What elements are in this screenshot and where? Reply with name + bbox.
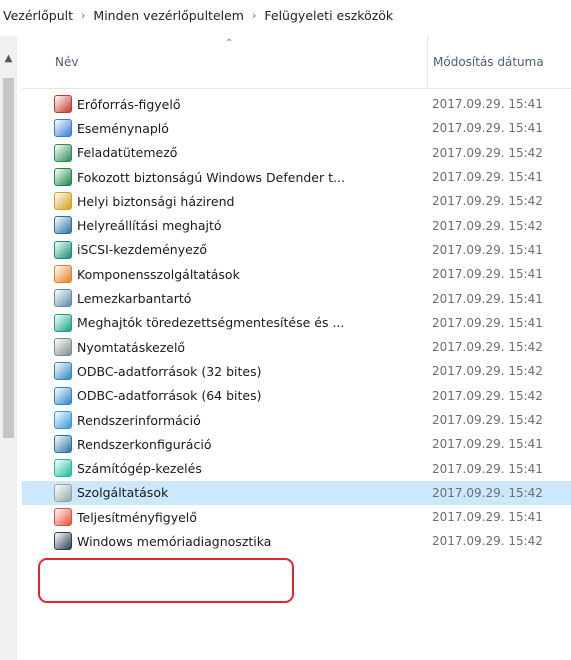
list-item[interactable]: ODBC-adatforrások (64 bites) 2017.09.29. … bbox=[22, 384, 571, 408]
list-item-name: ODBC-adatforrások (32 bites) bbox=[77, 363, 262, 379]
list-item-name: Meghajtók töredezettségmentesítése és ..… bbox=[77, 315, 345, 331]
list-item-date-modified: 2017.09.29. 15:42 bbox=[432, 534, 543, 549]
breadcrumb-separator-icon: › bbox=[81, 8, 86, 22]
list-item-date-modified: 2017.09.29. 15:42 bbox=[432, 145, 543, 160]
recovery-drive-icon bbox=[54, 216, 72, 235]
list-item-date-modified: 2017.09.29. 15:42 bbox=[432, 364, 543, 379]
list-item[interactable]: Fokozott biztonságú Windows Defender t..… bbox=[22, 165, 571, 189]
list-item-date-modified: 2017.09.29. 15:41 bbox=[432, 437, 543, 452]
list-item[interactable]: ODBC-adatforrások (32 bites) 2017.09.29. … bbox=[22, 359, 571, 383]
column-header-date-modified[interactable]: Módosítás dátuma bbox=[427, 36, 571, 88]
column-header-date-label: Módosítás dátuma bbox=[433, 55, 544, 69]
list-item-name: Lemezkarbantartó bbox=[77, 291, 192, 307]
list-item[interactable]: Számítógép-kezelés 2017.09.29. 15:41 bbox=[22, 456, 571, 480]
component-services-icon bbox=[54, 265, 72, 284]
list-item-name: Számítógép-kezelés bbox=[77, 461, 202, 477]
list-item[interactable]: Helyi biztonsági házirend 2017.09.29. 15:… bbox=[22, 189, 571, 213]
list-item-name: Nyomtatáskezelő bbox=[77, 339, 186, 355]
breadcrumb: Vezérlőpult › Minden vezérlőpultelem › F… bbox=[0, 0, 571, 30]
vertical-scrollbar[interactable]: ▲ bbox=[0, 36, 17, 660]
disk-cleanup-icon bbox=[54, 289, 72, 308]
scroll-up-arrow-icon[interactable]: ▲ bbox=[2, 52, 15, 65]
list-item[interactable]: Szolgáltatások 2017.09.29. 15:42 bbox=[22, 480, 571, 506]
performance-monitor-icon bbox=[54, 508, 72, 527]
list-item-name: Helyi biztonsági házirend bbox=[77, 193, 235, 209]
list-item-name: Erőforrás-figyelő bbox=[77, 96, 181, 112]
list-item-name: Rendszerinformáció bbox=[77, 412, 201, 428]
list-item-name: Szolgáltatások bbox=[77, 485, 169, 501]
list-item[interactable]: Feladatütemező 2017.09.29. 15:42 bbox=[22, 141, 571, 165]
breadcrumb-item-all-control-panel-items[interactable]: Minden vezérlőpultelem bbox=[93, 8, 244, 23]
breadcrumb-separator-icon: › bbox=[251, 8, 257, 22]
list-item-name: Komponensszolgáltatások bbox=[77, 266, 240, 282]
column-header: ⌃ Név Módosítás dátuma bbox=[22, 36, 571, 89]
task-scheduler-icon bbox=[54, 143, 72, 162]
list-item-name: Fokozott biztonságú Windows Defender t..… bbox=[77, 169, 345, 185]
file-list: Erőforrás-figyelő 2017.09.29. 15:41 Esemén… bbox=[22, 92, 571, 554]
services-icon bbox=[54, 483, 72, 502]
iscsi-icon bbox=[54, 240, 72, 259]
defragment-icon bbox=[54, 313, 72, 332]
odbc-icon bbox=[54, 362, 72, 381]
list-item-name: iSCSI-kezdeményező bbox=[77, 242, 208, 258]
annotation-highlight-box bbox=[38, 558, 294, 603]
list-item-date-modified: 2017.09.29. 15:42 bbox=[432, 485, 543, 500]
list-item-date-modified: 2017.09.29. 15:41 bbox=[432, 315, 543, 330]
system-information-icon bbox=[54, 410, 72, 429]
memory-diagnostic-icon bbox=[54, 532, 72, 551]
computer-management-icon bbox=[54, 459, 72, 478]
list-item-date-modified: 2017.09.29. 15:41 bbox=[432, 291, 543, 306]
resource-monitor-icon bbox=[54, 95, 72, 113]
event-viewer-icon bbox=[54, 119, 72, 138]
list-item-date-modified: 2017.09.29. 15:41 bbox=[432, 97, 543, 112]
list-item[interactable]: Rendszerinformáció 2017.09.29. 15:42 bbox=[22, 408, 571, 432]
list-item[interactable]: Erőforrás-figyelő 2017.09.29. 15:41 bbox=[22, 92, 571, 116]
list-item-date-modified: 2017.09.29. 15:41 bbox=[432, 461, 543, 476]
list-item[interactable]: Komponensszolgáltatások 2017.09.29. 15:41 bbox=[22, 262, 571, 286]
list-item-name: Feladatütemező bbox=[77, 145, 178, 161]
list-item-name: Rendszerkonfiguráció bbox=[77, 436, 212, 452]
system-configuration-icon bbox=[54, 435, 72, 454]
list-item[interactable]: Helyreállítási meghajtó 2017.09.29. 15:42 bbox=[22, 213, 571, 237]
list-item[interactable]: Teljesítményfigyelő 2017.09.29. 15:41 bbox=[22, 505, 571, 529]
list-item[interactable]: Eseménynapló 2017.09.29. 15:41 bbox=[22, 116, 571, 140]
list-item[interactable]: Windows memóriadiagnosztika 2017.09.29. 1… bbox=[22, 529, 571, 553]
list-item-date-modified: 2017.09.29. 15:42 bbox=[432, 218, 543, 233]
list-item-name: Helyreállítási meghajtó bbox=[77, 218, 222, 234]
list-item-date-modified: 2017.09.29. 15:41 bbox=[432, 242, 543, 257]
list-item-date-modified: 2017.09.29. 15:41 bbox=[432, 267, 543, 282]
odbc-icon bbox=[54, 386, 72, 405]
firewall-icon bbox=[54, 167, 72, 186]
list-item[interactable]: Rendszerkonfiguráció 2017.09.29. 15:41 bbox=[22, 432, 571, 456]
list-item-date-modified: 2017.09.29. 15:41 bbox=[432, 510, 543, 525]
column-header-name[interactable]: Név bbox=[55, 36, 425, 88]
list-item-date-modified: 2017.09.29. 15:41 bbox=[432, 121, 543, 136]
list-item-date-modified: 2017.09.29. 15:41 bbox=[432, 170, 543, 185]
list-item[interactable]: iSCSI-kezdeményező 2017.09.29. 15:41 bbox=[22, 238, 571, 262]
print-management-icon bbox=[54, 337, 72, 356]
list-item-name: Windows memóriadiagnosztika bbox=[77, 533, 272, 549]
list-item-name: ODBC-adatforrások (64 bites) bbox=[77, 388, 262, 404]
list-item-date-modified: 2017.09.29. 15:42 bbox=[432, 413, 543, 427]
list-item-name: Teljesítményfigyelő bbox=[77, 509, 197, 525]
security-policy-icon bbox=[54, 192, 72, 211]
column-header-name-label: Név bbox=[55, 55, 79, 69]
list-item-date-modified: 2017.09.29. 15:42 bbox=[432, 388, 543, 403]
list-item[interactable]: Meghajtók töredezettségmentesítése és ..… bbox=[22, 311, 571, 335]
list-item-name: Eseménynapló bbox=[77, 120, 169, 136]
list-item-date-modified: 2017.09.29. 15:42 bbox=[432, 194, 543, 209]
list-item[interactable]: Lemezkarbantartó 2017.09.29. 15:41 bbox=[22, 286, 571, 310]
breadcrumb-item-control-panel[interactable]: Vezérlőpult bbox=[3, 8, 73, 23]
list-item[interactable]: Nyomtatáskezelő 2017.09.29. 15:42 bbox=[22, 335, 571, 359]
scrollbar-thumb[interactable] bbox=[3, 78, 14, 438]
list-item-date-modified: 2017.09.29. 15:42 bbox=[432, 340, 543, 355]
breadcrumb-item-administrative-tools[interactable]: Felügyeleti eszközök bbox=[264, 8, 393, 23]
